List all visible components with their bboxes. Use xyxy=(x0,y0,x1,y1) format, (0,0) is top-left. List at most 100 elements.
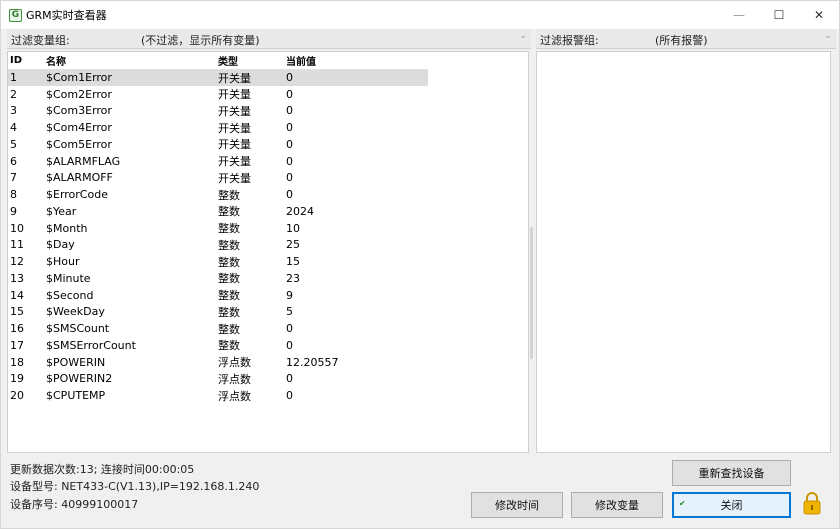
row-value: 0 xyxy=(286,104,293,118)
variable-table: ID 名称 类型 当前值 1 $Com1Error 开关量 0 2 $Com2Error 开… xyxy=(8,52,428,404)
table-row[interactable]: 1 $Com1Error 开关量 0 xyxy=(8,69,428,86)
modify-variable-button[interactable]: 修改变量 xyxy=(571,492,663,518)
minimize-button[interactable]: — xyxy=(719,1,759,29)
row-type: 整数 xyxy=(218,205,240,219)
row-id: 12 xyxy=(10,255,24,269)
app-window: G GRM实时查看器 — ☐ ✕ 过滤变量组: (不过滤，显示所有变量) ⌄ 过… xyxy=(0,0,840,529)
alarm-group-filter[interactable]: 过滤报警组: (所有报警) ⌄ xyxy=(536,29,836,49)
row-type: 开关量 xyxy=(218,138,251,152)
row-type: 整数 xyxy=(218,322,240,336)
row-id: 16 xyxy=(10,322,24,336)
column-header-id[interactable]: ID xyxy=(8,52,42,70)
row-type: 开关量 xyxy=(218,104,251,118)
row-name: $SMSErrorCount xyxy=(46,338,136,352)
row-id: 8 xyxy=(10,188,17,202)
modify-time-button[interactable]: 修改时间 xyxy=(471,492,563,518)
title-bar[interactable]: G GRM实时查看器 — ☐ ✕ xyxy=(1,1,839,29)
chevron-down-icon[interactable]: ⌄ xyxy=(824,31,832,41)
row-type: 浮点数 xyxy=(218,389,251,403)
close-button[interactable]: ✔ 关闭 xyxy=(672,492,791,518)
table-row[interactable]: 19 $POWERIN2 浮点数 0 xyxy=(8,371,428,388)
variable-list[interactable]: ID 名称 类型 当前值 1 $Com1Error 开关量 0 2 $Com2Error 开… xyxy=(7,51,529,453)
row-type: 开关量 xyxy=(218,171,251,185)
table-row[interactable]: 17 $SMSErrorCount 整数 0 xyxy=(8,337,428,354)
grm-app-icon: G xyxy=(9,8,22,22)
modify-variable-label: 修改变量 xyxy=(595,499,639,512)
row-id: 9 xyxy=(10,204,17,218)
column-header-type[interactable]: 类型 xyxy=(214,52,282,70)
row-name: $ErrorCode xyxy=(46,188,108,202)
device-serial-text: 设备序号: 40999100017 xyxy=(10,498,139,511)
row-type: 整数 xyxy=(218,289,240,303)
variable-filter-label: 过滤变量组: xyxy=(11,34,70,47)
device-model-text: 设备型号: NET433-C(V1.13),IP=192.168.1.240 xyxy=(10,480,260,493)
table-row[interactable]: 7 $ALARMOFF 开关量 0 xyxy=(8,170,428,187)
alarm-filter-value[interactable]: (所有报警) xyxy=(655,32,708,48)
alarm-list[interactable] xyxy=(536,51,831,453)
row-type: 整数 xyxy=(218,305,240,319)
row-name: $Hour xyxy=(46,255,80,269)
table-row[interactable]: 18 $POWERIN 浮点数 12.20557 xyxy=(8,354,428,371)
row-value: 5 xyxy=(286,305,293,319)
row-type: 整数 xyxy=(218,272,240,286)
row-value: 12.20557 xyxy=(286,355,339,369)
variable-group-filter[interactable]: 过滤变量组: (不过滤，显示所有变量) ⌄ xyxy=(7,29,531,49)
table-row[interactable]: 8 $ErrorCode 整数 0 xyxy=(8,186,428,203)
table-row[interactable]: 5 $Com5Error 开关量 0 xyxy=(8,136,428,153)
maximize-button[interactable]: ☐ xyxy=(759,1,799,29)
row-name: $CPUTEMP xyxy=(46,389,106,403)
chevron-down-icon[interactable]: ⌄ xyxy=(519,31,527,41)
panel-splitter[interactable] xyxy=(529,51,535,453)
row-name: $ALARMOFF xyxy=(46,171,113,185)
row-id: 1 xyxy=(8,69,42,86)
row-value: 0 xyxy=(286,154,293,168)
window-title: GRM实时查看器 xyxy=(26,9,107,22)
table-row[interactable]: 3 $Com3Error 开关量 0 xyxy=(8,103,428,120)
row-name: $Month xyxy=(46,221,88,235)
row-type: 浮点数 xyxy=(218,372,251,386)
row-value: 23 xyxy=(286,271,300,285)
row-id: 5 xyxy=(10,137,17,151)
close-window-button[interactable]: ✕ xyxy=(799,1,839,29)
column-header-name[interactable]: 名称 xyxy=(42,52,214,70)
table-row[interactable]: 12 $Hour 整数 15 xyxy=(8,253,428,270)
row-value: 25 xyxy=(286,238,300,252)
row-type: 开关量 xyxy=(214,69,282,86)
rescan-device-label: 重新查找设备 xyxy=(698,467,765,480)
row-id: 18 xyxy=(10,355,24,369)
table-row[interactable]: 13 $Minute 整数 23 xyxy=(8,270,428,287)
column-header-value[interactable]: 当前值 xyxy=(282,52,428,70)
lock-icon[interactable] xyxy=(801,491,823,515)
row-id: 11 xyxy=(10,238,24,252)
row-name: $POWERIN2 xyxy=(46,372,113,386)
row-value: 0 xyxy=(286,389,293,403)
table-row[interactable]: 6 $ALARMFLAG 开关量 0 xyxy=(8,153,428,170)
row-type: 整数 xyxy=(218,222,240,236)
row-value: 0 xyxy=(286,372,293,386)
row-id: 6 xyxy=(10,154,17,168)
table-row[interactable]: 15 $WeekDay 整数 5 xyxy=(8,304,428,321)
row-value: 15 xyxy=(286,255,300,269)
row-name: $ALARMFLAG xyxy=(46,154,121,168)
table-row[interactable]: 11 $Day 整数 25 xyxy=(8,237,428,254)
table-row[interactable]: 20 $CPUTEMP 浮点数 0 xyxy=(8,387,428,404)
row-value: 10 xyxy=(286,221,300,235)
modify-time-label: 修改时间 xyxy=(495,499,539,512)
table-row[interactable]: 10 $Month 整数 10 xyxy=(8,220,428,237)
table-row[interactable]: 2 $Com2Error 开关量 0 xyxy=(8,86,428,103)
row-type: 整数 xyxy=(218,255,240,269)
row-type: 开关量 xyxy=(218,88,251,102)
rescan-device-button[interactable]: 重新查找设备 xyxy=(672,460,791,486)
table-header: ID 名称 类型 当前值 xyxy=(8,52,428,70)
splitter-grip[interactable] xyxy=(530,227,533,359)
table-row[interactable]: 16 $SMSCount 整数 0 xyxy=(8,320,428,337)
row-name: $Minute xyxy=(46,271,91,285)
row-id: 2 xyxy=(10,87,17,101)
table-row[interactable]: 14 $Second 整数 9 xyxy=(8,287,428,304)
table-row[interactable]: 9 $Year 整数 2024 xyxy=(8,203,428,220)
variable-filter-value[interactable]: (不过滤，显示所有变量) xyxy=(141,32,260,48)
row-value: 0 xyxy=(286,171,293,185)
row-value: 9 xyxy=(286,288,293,302)
row-id: 17 xyxy=(10,338,24,352)
table-row[interactable]: 4 $Com4Error 开关量 0 xyxy=(8,119,428,136)
